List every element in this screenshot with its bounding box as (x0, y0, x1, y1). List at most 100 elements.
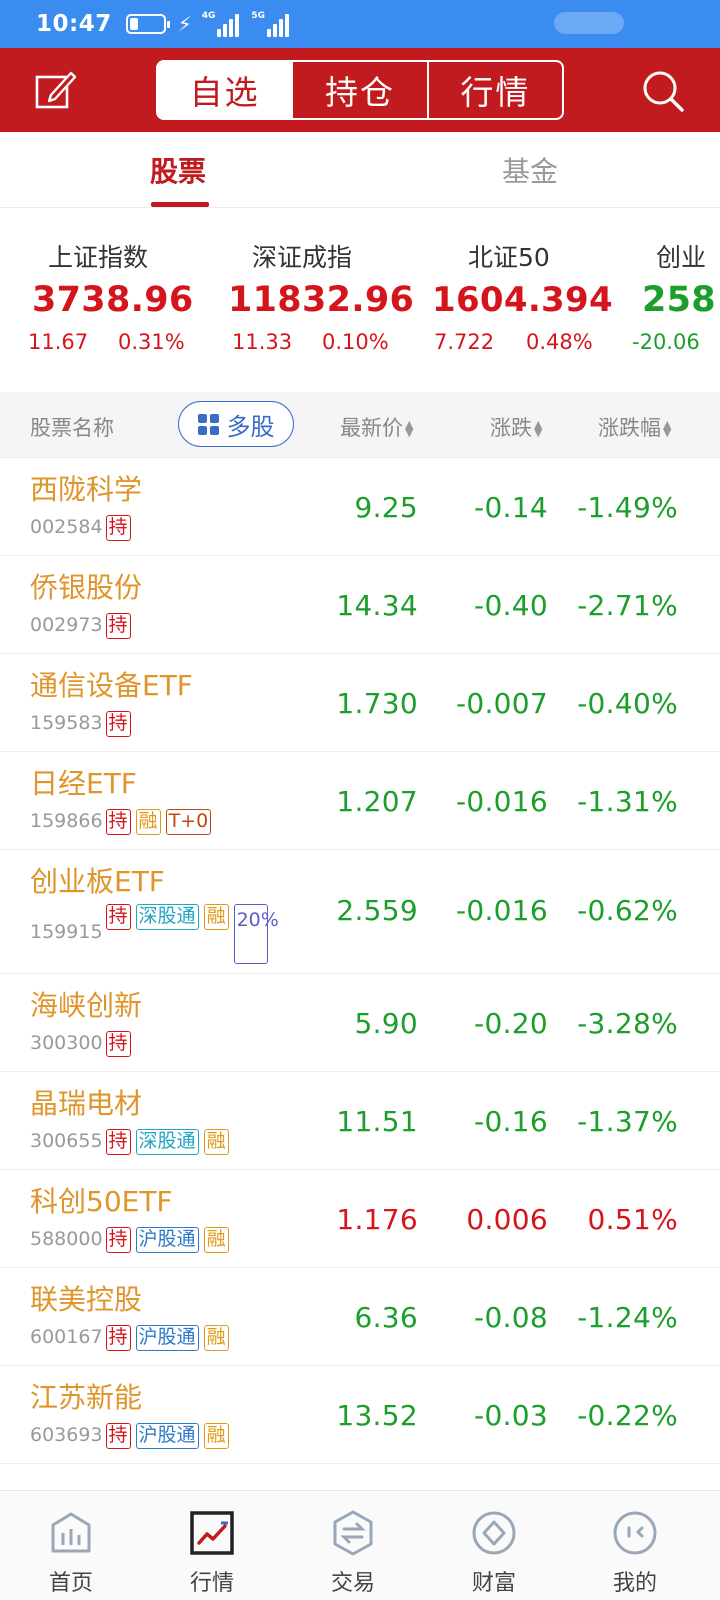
edit-icon[interactable] (34, 68, 78, 112)
stock-code-line: 159583 持 (30, 711, 136, 737)
margin-tag: 融 (203, 1325, 229, 1351)
status-pill (554, 12, 624, 34)
status-time: 10:47 (36, 11, 112, 37)
search-icon[interactable] (640, 68, 686, 114)
index-card[interactable]: 深证成指 11832.96 11.33 0.10% (228, 238, 414, 354)
stock-name: 通信设备ETF (30, 669, 193, 702)
index-pct: 0.48% (526, 330, 593, 354)
stock-code: 002973 (30, 614, 103, 636)
stock-name: 联美控股 (30, 1283, 143, 1316)
stock-change: -0.007 (455, 687, 548, 720)
index-card[interactable]: 上证指数 3738.96 11.67 0.31% (28, 238, 194, 354)
wealth-diamond-icon (472, 1511, 516, 1555)
stock-row[interactable]: 日经ETF 159866 持融 T+0 1.207 -0.016 -1.31% (0, 752, 720, 850)
grid-icon (197, 413, 219, 435)
trade-exchange-icon (333, 1510, 373, 1556)
col-change-pct-label: 涨跌幅 (598, 416, 661, 440)
header-segment-tabs: 自选 持仓 行情 (156, 60, 564, 120)
margin-tag: 融 (203, 904, 229, 930)
index-price: 1604.394 (432, 280, 613, 320)
nav-profile[interactable]: 我的 (585, 1509, 685, 1597)
subtab-stocks[interactable]: 股票 (150, 150, 206, 190)
stock-change: 0.006 (466, 1203, 548, 1236)
tab-holdings[interactable]: 持仓 (293, 62, 429, 118)
stock-row[interactable]: 科创50ETF 588000 持沪股通融 1.176 0.006 0.51% (0, 1170, 720, 1268)
nav-trade-label: 交易 (330, 1571, 375, 1596)
stock-code: 603693 (30, 1424, 103, 1446)
multi-stock-button[interactable]: 多股 (178, 401, 294, 447)
home-chart-icon (51, 1512, 91, 1553)
stock-row[interactable]: 海峡创新 300300 持 5.90 -0.20 -3.28% (0, 974, 720, 1072)
stock-name: 西陇科学 (30, 473, 143, 506)
stock-name: 海峡创新 (30, 989, 143, 1022)
sz-connect-tag: 深股通 (135, 904, 199, 930)
nav-market[interactable]: 行情 (162, 1509, 262, 1597)
stock-change-pct: -1.24% (577, 1301, 678, 1334)
sort-icon: ▲ ▼ (663, 418, 672, 439)
index-price: 11832.96 (228, 280, 415, 320)
index-card[interactable]: 创业 258 -20.06 (632, 238, 716, 354)
nav-wealth-label: 财富 (471, 1571, 516, 1596)
index-change-row: 11.33 0.10% (228, 330, 414, 354)
col-latest-price[interactable]: 最新价 ▲ ▼ (340, 412, 413, 442)
battery-icon (125, 14, 170, 34)
stock-change-pct: -1.37% (577, 1105, 678, 1138)
col-change-pct[interactable]: 涨跌幅 ▲ ▼ (598, 412, 671, 442)
nav-wealth[interactable]: 财富 (444, 1509, 544, 1597)
stock-price: 13.52 (336, 1399, 418, 1432)
stock-change-pct: -0.22% (577, 1399, 678, 1432)
stock-row[interactable]: 晶瑞电材 300655 持深股通融 11.51 -0.16 -1.37% (0, 1072, 720, 1170)
stock-change-pct: -1.31% (577, 785, 678, 818)
index-pct: 0.10% (322, 330, 389, 354)
sh-connect-tag: 沪股通 (135, 1325, 199, 1351)
stock-row[interactable]: 侨银股份 002973 持 14.34 -0.40 -2.71% (0, 556, 720, 654)
index-name: 创业 (656, 243, 707, 272)
signal-5g-icon: 5G (251, 11, 291, 37)
stock-price: 6.36 (354, 1301, 418, 1334)
nav-home[interactable]: 首页 (21, 1509, 121, 1597)
stock-name: 晶瑞电材 (30, 1087, 143, 1120)
sh-connect-tag: 沪股通 (135, 1423, 199, 1449)
stock-row[interactable]: 江苏新能 603693 持沪股通融 13.52 -0.03 -0.22% (0, 1366, 720, 1464)
stock-price: 1.207 (336, 785, 418, 818)
stock-change: -0.08 (474, 1301, 548, 1334)
signal-4g-icon: 4G (202, 11, 242, 37)
list-column-header: 股票名称 多股 最新价 ▲ ▼ 涨跌 ▲ ▼ 涨跌幅 ▲ ▼ (0, 392, 720, 458)
stock-row[interactable]: 联美控股 600167 持沪股通融 6.36 -0.08 -1.24% (0, 1268, 720, 1366)
sort-icon: ▲ ▼ (405, 418, 414, 439)
index-card[interactable]: 北证50 1604.394 7.722 0.48% (432, 238, 613, 354)
bottom-nav: 首页 行情 交易 财富 我的 (0, 1490, 720, 1600)
index-change-row: 11.67 0.31% (28, 330, 194, 354)
stock-code-line: 600167 持沪股通融 (30, 1325, 234, 1351)
holding-tag: 持 (105, 1227, 131, 1253)
stock-row[interactable]: 通信设备ETF 159583 持 1.730 -0.007 -0.40% (0, 654, 720, 752)
stock-change-pct: -2.71% (577, 589, 678, 622)
stock-change: -0.16 (474, 1105, 548, 1138)
subtab-funds[interactable]: 基金 (502, 150, 558, 190)
app-header: 自选 持仓 行情 (0, 48, 720, 132)
subtab-underline (151, 202, 209, 207)
stock-change-pct: -1.49% (577, 491, 678, 524)
stock-row[interactable]: 创业板ETF 159915 持深股通融 20% 2.559 -0.016 -0.62% (0, 850, 720, 974)
col-change[interactable]: 涨跌 ▲ ▼ (490, 412, 542, 442)
tab-market[interactable]: 行情 (429, 62, 562, 118)
index-change: 11.33 (232, 330, 293, 354)
index-price: 258 (642, 280, 716, 320)
index-strip[interactable]: 上证指数 3738.96 11.67 0.31% 深证成指 11832.96 1… (0, 208, 720, 392)
holding-tag: 持 (105, 809, 131, 835)
nav-profile-label: 我的 (612, 1571, 657, 1596)
stock-change: -0.20 (474, 1007, 548, 1040)
index-change: 11.67 (28, 330, 89, 354)
stock-name: 创业板ETF (30, 865, 165, 898)
net-4g-label: 4G (201, 11, 216, 21)
stock-change: -0.016 (455, 785, 548, 818)
sub-tabs: 股票 基金 (0, 132, 720, 208)
index-change: 7.722 (434, 330, 495, 354)
index-name: 北证50 (468, 243, 550, 272)
stock-row[interactable]: 西陇科学 002584 持 9.25 -0.14 -1.49% (0, 458, 720, 556)
tab-watchlist[interactable]: 自选 (158, 62, 294, 118)
stock-change: -0.14 (474, 491, 548, 524)
stock-code: 300655 (30, 1130, 103, 1152)
stock-code: 300300 (30, 1032, 103, 1054)
nav-trade[interactable]: 交易 (303, 1509, 403, 1597)
